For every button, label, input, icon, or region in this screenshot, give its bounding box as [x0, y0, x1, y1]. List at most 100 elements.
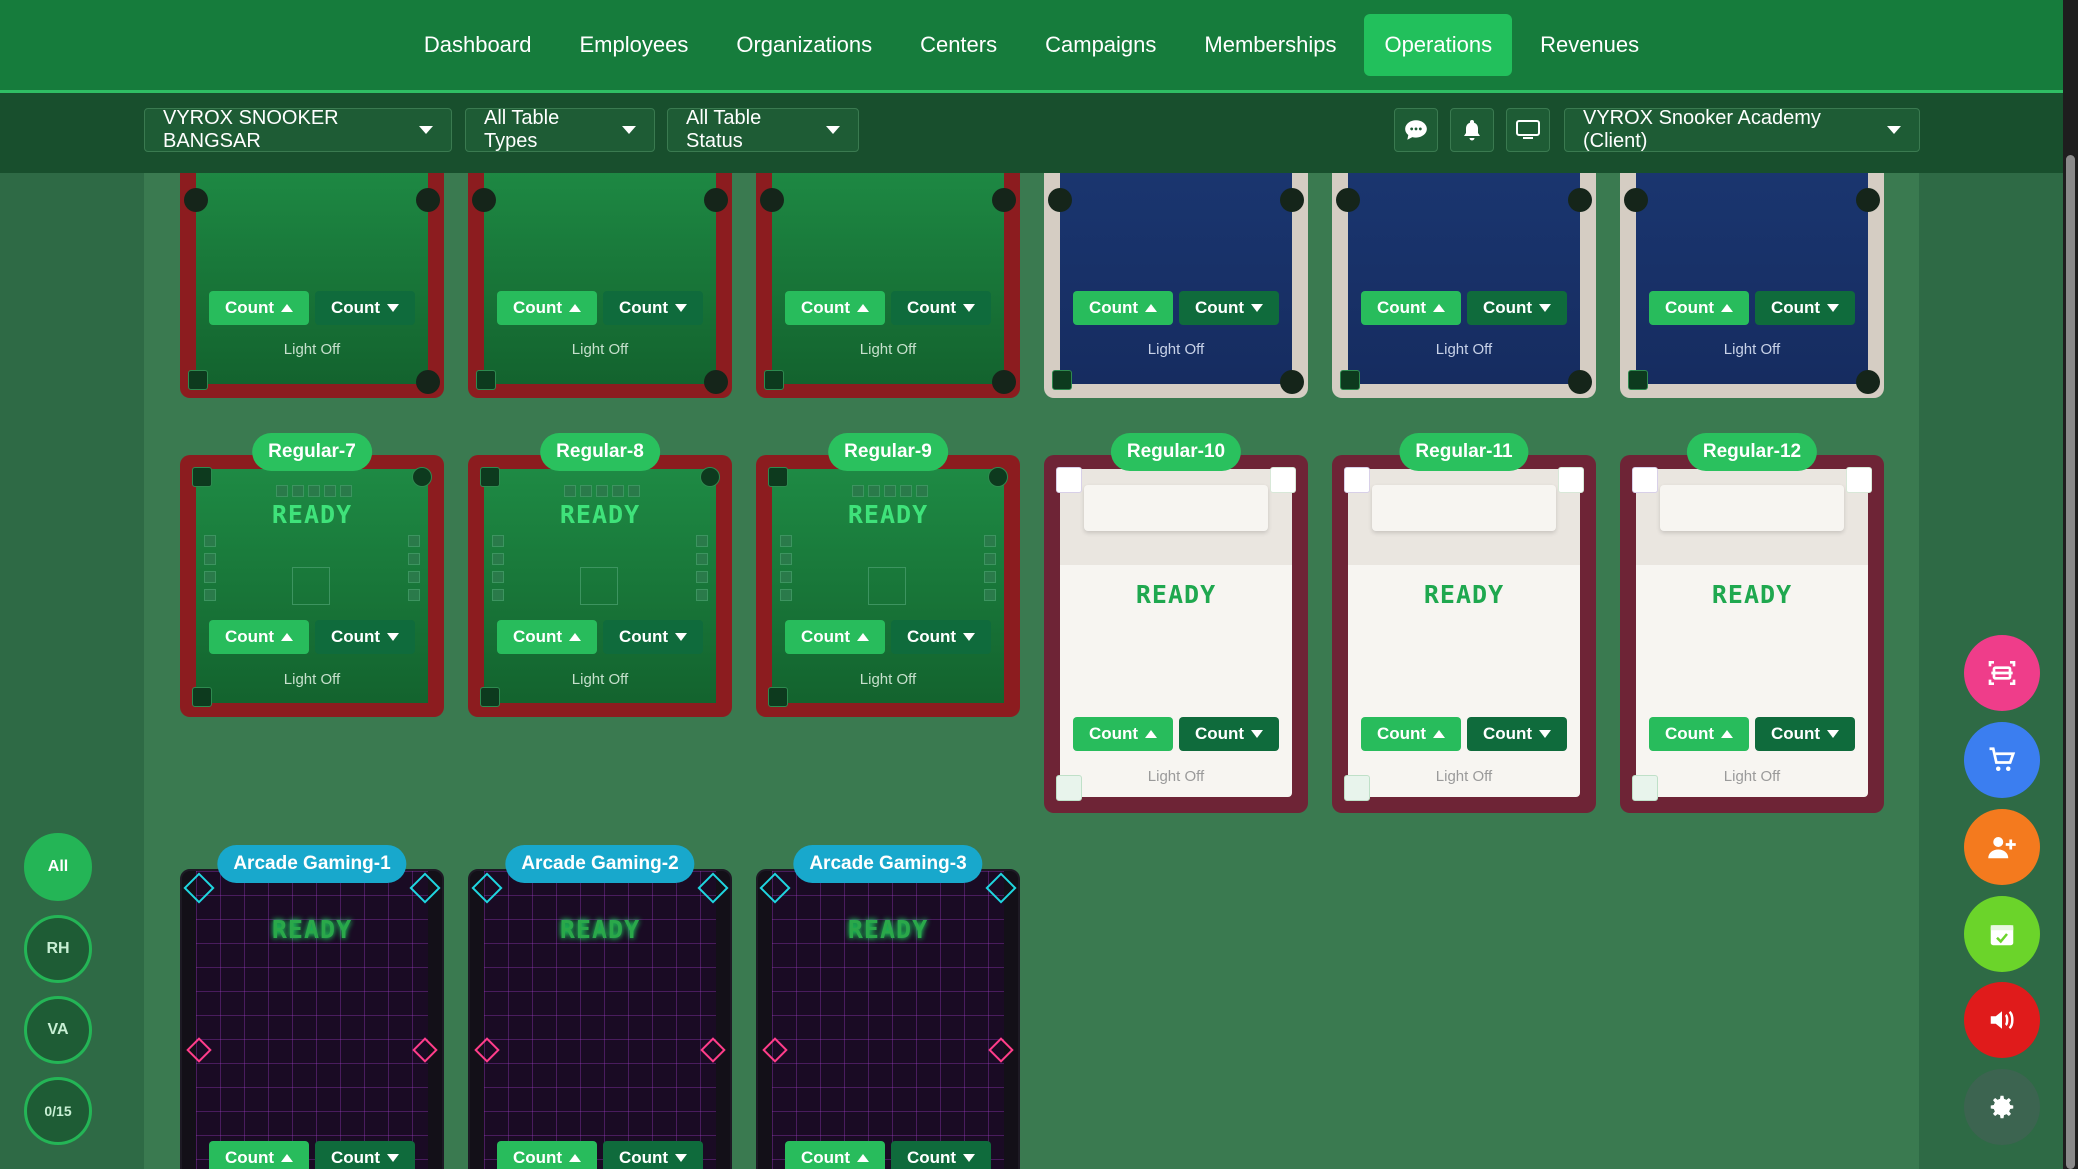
nav-operations[interactable]: Operations — [1364, 14, 1513, 76]
calendar-check-icon — [1990, 925, 2014, 946]
filter-bar: VYROX SNOOKER BANGSAR All Table Types Al… — [0, 93, 2063, 173]
table-name-tag: Regular-12 — [1686, 433, 1818, 471]
clock-icon[interactable] — [412, 467, 432, 487]
table-card-arcade-gaming-3[interactable]: Arcade Gaming-3 READY Count Count — [756, 845, 1020, 1169]
count-down-button[interactable]: Count — [1179, 717, 1279, 751]
count-up-button[interactable]: Count — [1361, 291, 1461, 325]
nav-employees[interactable]: Employees — [559, 14, 708, 76]
table-card-regular-7[interactable]: Regular-7 READY Count Count Light Off — [180, 433, 444, 717]
count-down-button[interactable]: Count — [1467, 717, 1567, 751]
calendar-icon[interactable] — [1344, 467, 1370, 493]
light-status: Light Off — [1435, 768, 1493, 785]
chevron-down-icon — [1887, 126, 1901, 134]
announce-button[interactable] — [1964, 982, 2040, 1058]
filter-all-button[interactable]: All — [24, 833, 92, 901]
chat-button[interactable] — [1394, 108, 1438, 152]
chevron-down-icon — [622, 126, 636, 134]
settings-button[interactable] — [1964, 1069, 2040, 1145]
nav-dashboard[interactable]: Dashboard — [404, 14, 552, 76]
table-card[interactable]: Count Count Light Off — [468, 173, 732, 398]
booking-button[interactable] — [1964, 896, 2040, 972]
count-down-button[interactable]: Count — [891, 1141, 991, 1169]
notification-button[interactable] — [1450, 108, 1494, 152]
arrow-up-icon — [569, 1154, 582, 1162]
clock-icon[interactable] — [1270, 467, 1296, 493]
add-user-button[interactable] — [1964, 809, 2040, 885]
calendar-icon[interactable] — [768, 467, 788, 487]
count-down-button[interactable]: Count — [1755, 717, 1855, 751]
table-card-regular-8[interactable]: Regular-8 READY Count Count Light Off — [468, 433, 732, 717]
calendar-icon[interactable] — [1056, 467, 1082, 493]
table-card-arcade-gaming-2[interactable]: Arcade Gaming-2 READY Count Count — [468, 845, 732, 1169]
clock-icon[interactable] — [1558, 467, 1584, 493]
table-type-select-label: All Table Types — [484, 107, 560, 152]
cart-button[interactable] — [1964, 722, 2040, 798]
count-down-button[interactable]: Count — [891, 291, 991, 325]
count-up-button[interactable]: Count — [209, 1141, 309, 1169]
nav-campaigns[interactable]: Campaigns — [1025, 14, 1176, 76]
nav-organizations[interactable]: Organizations — [716, 14, 892, 76]
nav-centers[interactable]: Centers — [900, 14, 1017, 76]
nav-revenues[interactable]: Revenues — [1520, 14, 1659, 76]
table-card[interactable]: Count Count Light Off — [756, 173, 1020, 398]
count-up-button[interactable]: Count — [785, 620, 885, 654]
count-down-button[interactable]: Count — [315, 291, 415, 325]
count-up-button[interactable]: Count — [1073, 291, 1173, 325]
count-up-button[interactable]: Count — [1361, 717, 1461, 751]
count-up-button[interactable]: Count — [497, 620, 597, 654]
table-card[interactable]: Count Count Light Off — [180, 173, 444, 398]
count-down-button[interactable]: Count — [1755, 291, 1855, 325]
table-card-regular-11[interactable]: Regular-11 READY Count Count Light Off — [1332, 433, 1596, 813]
account-select[interactable]: VYROX Snooker Academy (Client) — [1564, 107, 1920, 152]
clock-icon[interactable] — [700, 467, 720, 487]
table-card-arcade-gaming-1[interactable]: Arcade Gaming-1 READY Count Count — [180, 845, 444, 1169]
filter-count-button[interactable]: 0/15 — [24, 1077, 92, 1145]
count-down-button[interactable]: Count — [1467, 291, 1567, 325]
light-status: Light Off — [283, 341, 341, 358]
filter-rh-button[interactable]: RH — [24, 915, 92, 983]
count-down-button[interactable]: Count — [891, 620, 991, 654]
calendar-icon[interactable] — [1632, 467, 1658, 493]
table-card-regular-9[interactable]: Regular-9 READY Count Count Light Off — [756, 433, 1020, 717]
table-card[interactable]: Count Count Light Off — [1044, 173, 1308, 398]
count-up-button[interactable]: Count — [1073, 717, 1173, 751]
count-down-button[interactable]: Count — [603, 620, 703, 654]
scrollbar-thumb[interactable] — [2066, 155, 2075, 1169]
count-up-button[interactable]: Count — [497, 291, 597, 325]
table-card-regular-12[interactable]: Regular-12 READY Count Count Light Off — [1620, 433, 1884, 813]
count-up-button[interactable]: Count — [785, 1141, 885, 1169]
display-button[interactable] — [1506, 108, 1550, 152]
tables-grid: Count Count Light Off Count Count Light … — [144, 173, 1919, 1169]
count-down-button[interactable]: Count — [315, 620, 415, 654]
calendar-icon[interactable] — [192, 467, 212, 487]
count-down-button[interactable]: Count — [603, 291, 703, 325]
count-up-button[interactable]: Count — [785, 291, 885, 325]
table-card[interactable]: Count Count Light Off — [1332, 173, 1596, 398]
arrow-down-icon — [675, 304, 688, 312]
count-up-button[interactable]: Count — [497, 1141, 597, 1169]
top-nav: Dashboard Employees Organizations Center… — [0, 0, 2063, 93]
filter-va-button[interactable]: VA — [24, 996, 92, 1064]
table-type-select[interactable]: All Table Types — [465, 107, 655, 152]
scan-button[interactable] — [1964, 635, 2040, 711]
clock-icon[interactable] — [988, 467, 1008, 487]
light-status: Light Off — [1723, 768, 1781, 785]
count-up-button[interactable]: Count — [1649, 717, 1749, 751]
arrow-up-icon — [857, 1154, 870, 1162]
count-down-button[interactable]: Count — [315, 1141, 415, 1169]
calendar-icon[interactable] — [480, 467, 500, 487]
table-name-tag: Regular-8 — [540, 433, 660, 471]
table-status-select[interactable]: All Table Status — [667, 107, 859, 152]
center-select[interactable]: VYROX SNOOKER BANGSAR — [144, 107, 452, 152]
count-up-button[interactable]: Count — [209, 620, 309, 654]
count-down-button[interactable]: Count — [1179, 291, 1279, 325]
qr-icon — [1632, 775, 1658, 801]
scan-icon — [1988, 661, 2016, 685]
nav-memberships[interactable]: Memberships — [1184, 14, 1356, 76]
count-up-button[interactable]: Count — [1649, 291, 1749, 325]
count-up-button[interactable]: Count — [209, 291, 309, 325]
table-card-regular-10[interactable]: Regular-10 READY Count Count Light Off — [1044, 433, 1308, 813]
table-card[interactable]: Count Count Light Off — [1620, 173, 1884, 398]
count-down-button[interactable]: Count — [603, 1141, 703, 1169]
clock-icon[interactable] — [1846, 467, 1872, 493]
